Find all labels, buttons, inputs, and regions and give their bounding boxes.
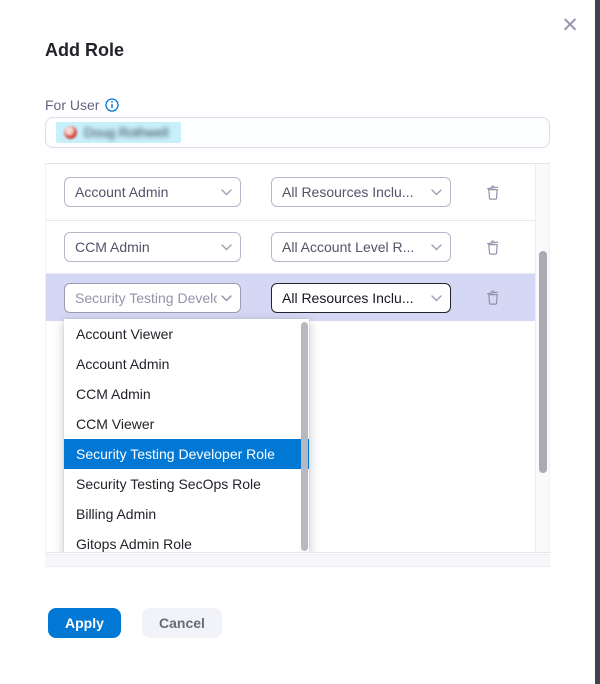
resource-group-select[interactable]: All Resources Inclu... [271, 177, 451, 207]
dropdown-option[interactable]: CCM Admin [64, 379, 309, 409]
close-icon[interactable]: ✕ [557, 13, 583, 39]
role-select-value: Security Testing Developer Role [75, 290, 217, 306]
chevron-down-icon [431, 238, 442, 256]
chevron-down-icon [221, 183, 232, 201]
user-name: Doug Rothwell [84, 125, 169, 140]
horizontal-scrollbar-track[interactable] [45, 554, 550, 567]
resource-group-select-focused[interactable]: All Resources Inclu... [271, 283, 451, 313]
role-select[interactable]: CCM Admin [64, 232, 241, 262]
user-chip[interactable]: Doug Rothwell [56, 122, 181, 143]
dropdown-option[interactable]: Account Viewer [64, 319, 309, 349]
for-user-input[interactable]: Doug Rothwell [45, 117, 550, 148]
role-select-open[interactable]: Security Testing Developer Role [64, 283, 241, 313]
for-user-label: For User [45, 97, 99, 113]
role-row: Account Admin All Resources Inclu... [46, 164, 537, 221]
role-options-dropdown: Account Viewer Account Admin CCM Admin C… [64, 319, 309, 553]
dropdown-option[interactable]: Security Testing SecOps Role [64, 469, 309, 499]
dropdown-option[interactable]: Account Admin [64, 349, 309, 379]
dropdown-option-selected[interactable]: Security Testing Developer Role [64, 439, 309, 469]
dropdown-option[interactable]: Gitops Admin Role [64, 529, 309, 553]
avatar [64, 126, 77, 139]
vertical-scrollbar-thumb[interactable] [539, 251, 547, 473]
resource-group-select[interactable]: All Account Level R... [271, 232, 451, 262]
trash-icon [485, 239, 501, 256]
add-role-modal: ✕ Add Role For User Doug Rothwell Accoun… [0, 0, 600, 684]
dropdown-option[interactable]: Billing Admin [64, 499, 309, 529]
resource-group-value: All Resources Inclu... [282, 290, 427, 306]
chevron-down-icon [431, 289, 442, 307]
info-icon[interactable] [105, 98, 119, 112]
chevron-down-icon [431, 183, 442, 201]
trash-icon [485, 184, 501, 201]
resource-group-value: All Account Level R... [282, 239, 427, 255]
page-overlay-edge [595, 0, 600, 684]
trash-icon [485, 289, 501, 306]
apply-button[interactable]: Apply [48, 608, 121, 638]
vertical-scrollbar-track[interactable] [535, 164, 549, 552]
dropdown-scrollbar-thumb[interactable] [301, 322, 308, 551]
cancel-button[interactable]: Cancel [142, 608, 222, 638]
roles-list: Account Admin All Resources Inclu... [45, 163, 550, 553]
chevron-down-icon [221, 289, 232, 307]
delete-row-button[interactable] [480, 285, 506, 311]
page-title: Add Role [45, 40, 124, 61]
resource-group-value: All Resources Inclu... [282, 184, 427, 200]
role-select-value: Account Admin [75, 184, 217, 200]
role-select-value: CCM Admin [75, 239, 217, 255]
for-user-label-row: For User [45, 97, 119, 113]
role-row-selected: Security Testing Developer Role All Reso… [46, 274, 537, 321]
role-row: CCM Admin All Account Level R... [46, 221, 537, 274]
dropdown-option[interactable]: CCM Viewer [64, 409, 309, 439]
roles-rows: Account Admin All Resources Inclu... [46, 164, 537, 321]
chevron-down-icon [221, 238, 232, 256]
delete-row-button[interactable] [480, 234, 506, 260]
role-select[interactable]: Account Admin [64, 177, 241, 207]
delete-row-button[interactable] [480, 179, 506, 205]
